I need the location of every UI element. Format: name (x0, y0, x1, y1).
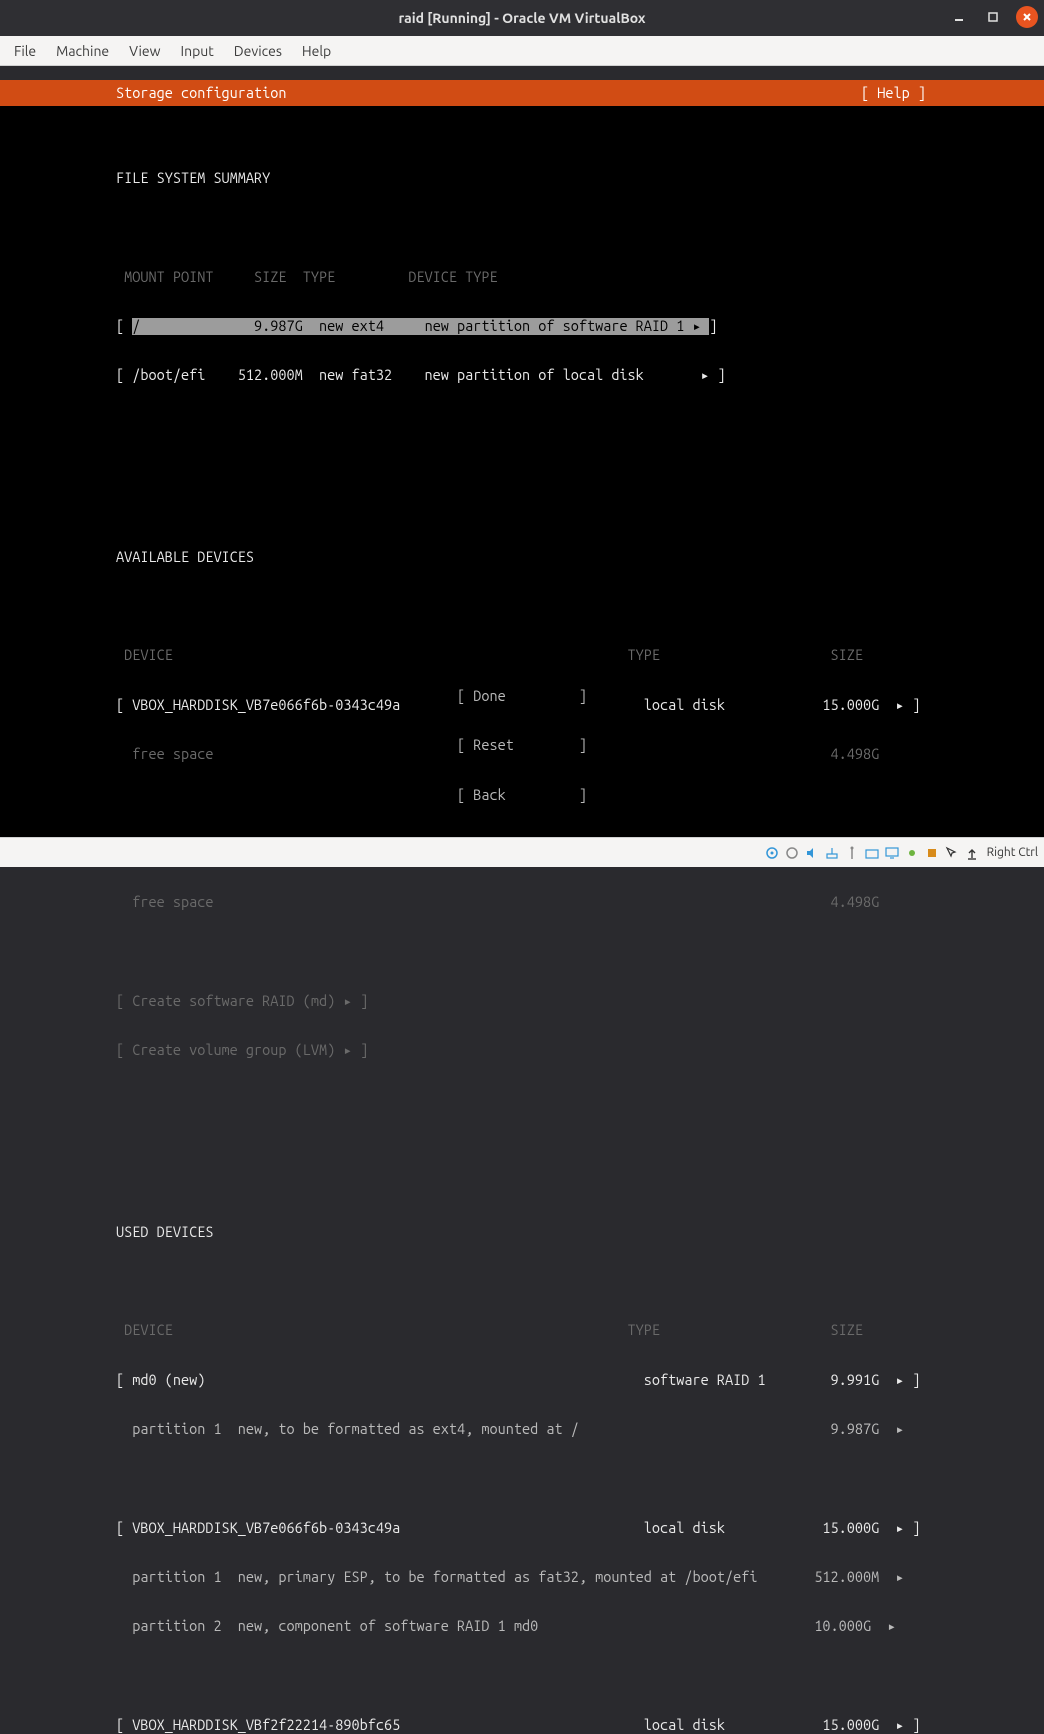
used-disk1-p1[interactable]: partition 1 new, primary ESP, to be form… (116, 1569, 1044, 1585)
help-button[interactable]: [ Help ] (861, 85, 926, 102)
shared-folder-icon[interactable] (863, 844, 881, 862)
minimize-button[interactable] (948, 6, 970, 28)
optical-icon[interactable] (783, 844, 801, 862)
fss-cols: MOUNT POINT SIZE TYPE DEVICE TYPE (116, 269, 1044, 285)
recording-icon[interactable] (903, 844, 921, 862)
fss-row-bootefi[interactable]: [ /boot/efi 512.000M new fat32 new parti… (116, 367, 1044, 383)
menu-devices[interactable]: Devices (224, 39, 292, 63)
close-button[interactable] (1016, 6, 1038, 28)
network-icon[interactable] (823, 844, 841, 862)
audio-icon[interactable] (803, 844, 821, 862)
done-button[interactable]: [ Done ] (0, 688, 1044, 704)
menu-view[interactable]: View (119, 39, 170, 63)
avail-title: AVAILABLE DEVICES (116, 549, 1044, 565)
vm-statusbar: Right Ctrl (0, 837, 1044, 867)
fss-title: FILE SYSTEM SUMMARY (116, 170, 1044, 186)
spacer (116, 598, 1044, 614)
used-md0-p1[interactable]: partition 1 new, to be formatted as ext4… (116, 1421, 1044, 1437)
fss-row-root[interactable]: [ / 9.987G new ext4 new partition of sof… (116, 318, 1044, 334)
menu-file[interactable]: File (4, 39, 46, 63)
spacer (116, 944, 1044, 960)
installer-header: Storage configuration [ Help ] (0, 80, 1044, 106)
display-icon[interactable] (883, 844, 901, 862)
minimize-icon (953, 11, 965, 23)
menubar: File Machine View Input Devices Help (0, 36, 1044, 66)
create-lvm-button[interactable]: [ Create volume group (LVM) ▸ ] (116, 1042, 1044, 1058)
footer-buttons: [ Done ] [ Reset ] [ Back ] (0, 655, 1044, 836)
spacer (116, 1273, 1044, 1289)
installer-body: FILE SYSTEM SUMMARY MOUNT POINT SIZE TYP… (0, 106, 1044, 1734)
cpu-icon[interactable] (923, 844, 941, 862)
close-icon (1021, 11, 1033, 23)
create-raid-button[interactable]: [ Create software RAID (md) ▸ ] (116, 993, 1044, 1009)
fss-row-root-hl: / 9.987G new ext4 new partition of softw… (132, 318, 709, 335)
spacer (116, 1141, 1044, 1157)
mouse-integration-icon[interactable] (943, 844, 961, 862)
used-md0[interactable]: [ md0 (new) software RAID 1 9.991G ▸ ] (116, 1372, 1044, 1388)
spacer (116, 417, 1044, 433)
hostkey-label: Right Ctrl (987, 846, 1038, 859)
vm-display[interactable]: Storage configuration [ Help ] FILE SYST… (0, 80, 1044, 848)
used-disk1[interactable]: [ VBOX_HARDDISK_VB7e066f6b-0343c49a loca… (116, 1520, 1044, 1536)
spacer (116, 1470, 1044, 1486)
window-titlebar: raid [Running] - Oracle VM VirtualBox (0, 0, 1044, 36)
menu-machine[interactable]: Machine (46, 39, 119, 63)
bracket-close: ] (709, 317, 717, 334)
avail-disk-2-free: free space 4.498G (116, 894, 1044, 910)
header-title: Storage configuration (116, 85, 287, 102)
used-disk1-p2[interactable]: partition 2 new, component of software R… (116, 1618, 1044, 1634)
hostkey-arrow-icon (963, 844, 981, 862)
maximize-button[interactable] (982, 6, 1004, 28)
spacer (116, 1092, 1044, 1108)
hdd-icon[interactable] (763, 844, 781, 862)
spacer (116, 219, 1044, 235)
window-title: raid [Running] - Oracle VM VirtualBox (398, 10, 645, 26)
spacer (116, 1668, 1044, 1684)
spacer (116, 466, 1044, 482)
reset-button[interactable]: [ Reset ] (0, 737, 1044, 753)
menu-input[interactable]: Input (171, 39, 224, 63)
window-controls (948, 6, 1038, 28)
usb-icon[interactable] (843, 844, 861, 862)
bracket-open: [ (116, 317, 132, 334)
back-button[interactable]: [ Back ] (0, 787, 1044, 803)
used-disk2[interactable]: [ VBOX_HARDDISK_VBf2f22214-890bfc65 loca… (116, 1717, 1044, 1733)
used-title: USED DEVICES (116, 1224, 1044, 1240)
status-icons (763, 844, 981, 862)
used-cols: DEVICE TYPE SIZE (116, 1322, 1044, 1338)
menu-help[interactable]: Help (292, 39, 341, 63)
maximize-icon (987, 11, 999, 23)
